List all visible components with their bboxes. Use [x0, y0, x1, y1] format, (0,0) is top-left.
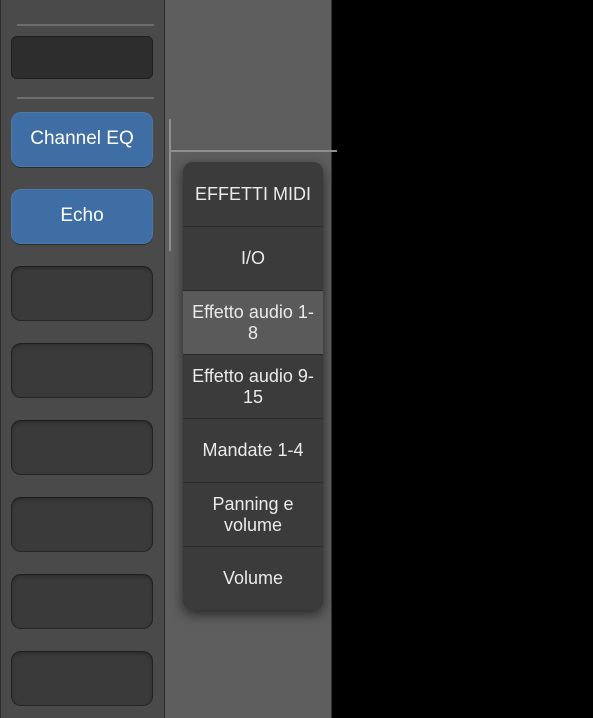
menu-item-volume[interactable]: Volume [183, 546, 323, 610]
callout-line-horizontal [169, 150, 337, 152]
menu-item-label: Effetto audio 9-15 [191, 366, 315, 407]
insert-slot-7[interactable] [11, 574, 153, 629]
menu-item-label: Panning e volume [191, 494, 315, 535]
insert-slot-4[interactable] [11, 343, 153, 398]
menu-item-label: Mandate 1-4 [202, 440, 303, 461]
menu-item-label: I/O [241, 248, 265, 269]
insert-slot-label: Channel EQ [30, 129, 134, 150]
menu-item-audio-fx-1-8[interactable]: Effetto audio 1-8 [183, 290, 323, 354]
menu-item-audio-fx-9-15[interactable]: Effetto audio 9-15 [183, 354, 323, 418]
insert-slot-8[interactable] [11, 651, 153, 706]
insert-slot-label: Echo [60, 206, 103, 227]
menu-item-midi-effects[interactable]: EFFETTI MIDI [183, 162, 323, 226]
menu-item-label: Effetto audio 1-8 [191, 302, 315, 343]
insert-slot-2[interactable]: Echo [11, 189, 153, 244]
insert-slot-3[interactable] [11, 266, 153, 321]
channel-strip-column: Channel EQ Echo [0, 0, 165, 718]
strip-divider [17, 97, 154, 99]
menu-item-sends-1-4[interactable]: Mandate 1-4 [183, 418, 323, 482]
menu-item-io[interactable]: I/O [183, 226, 323, 290]
callout-line-vertical [169, 119, 171, 251]
menu-item-label: EFFETTI MIDI [195, 184, 311, 205]
channel-strip-config-menu[interactable]: EFFETTI MIDI I/O Effetto audio 1-8 Effet… [183, 162, 323, 610]
insert-slot-5[interactable] [11, 420, 153, 475]
insert-slot-1[interactable]: Channel EQ [11, 112, 153, 167]
menu-item-label: Volume [223, 568, 283, 589]
menu-item-panning-volume[interactable]: Panning e volume [183, 482, 323, 546]
strip-dark-rect [11, 36, 153, 79]
strip-divider [17, 24, 154, 26]
insert-slot-6[interactable] [11, 497, 153, 552]
